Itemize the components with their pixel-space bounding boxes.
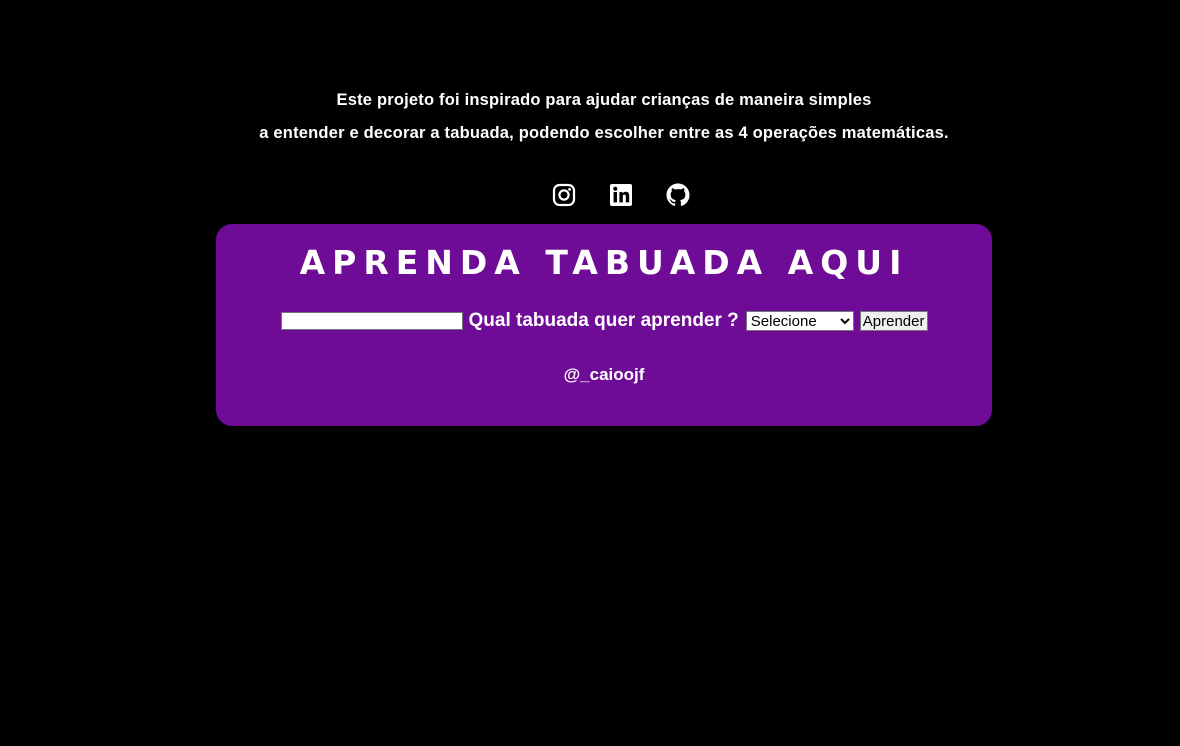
instagram-link[interactable] (552, 182, 576, 208)
social-links (0, 182, 1180, 208)
github-link[interactable] (666, 182, 690, 208)
aprender-button[interactable]: Aprender (859, 311, 928, 331)
linkedin-icon (610, 184, 632, 206)
intro-text: Este projeto foi inspirado para ajudar c… (0, 88, 1180, 154)
github-icon (666, 183, 690, 206)
operation-select[interactable]: Selecione (745, 311, 854, 331)
number-input[interactable] (280, 312, 463, 330)
intro-line-2: a entender e decorar a tabuada, podendo … (259, 124, 949, 142)
tabuada-card: Aprenda Tabuada Aqui Qual tabuada quer a… (216, 224, 992, 426)
linkedin-link[interactable] (609, 182, 633, 208)
question-label: Qual tabuada quer aprender ? (468, 310, 739, 331)
intro-line-1: Este projeto foi inspirado para ajudar c… (336, 91, 872, 109)
instagram-icon (552, 183, 576, 207)
card-title: Aprenda Tabuada Aqui (299, 243, 909, 282)
tabuada-form: Qual tabuada quer aprender ? Selecione A… (216, 310, 992, 332)
author-handle: @_caioojf (563, 365, 645, 384)
